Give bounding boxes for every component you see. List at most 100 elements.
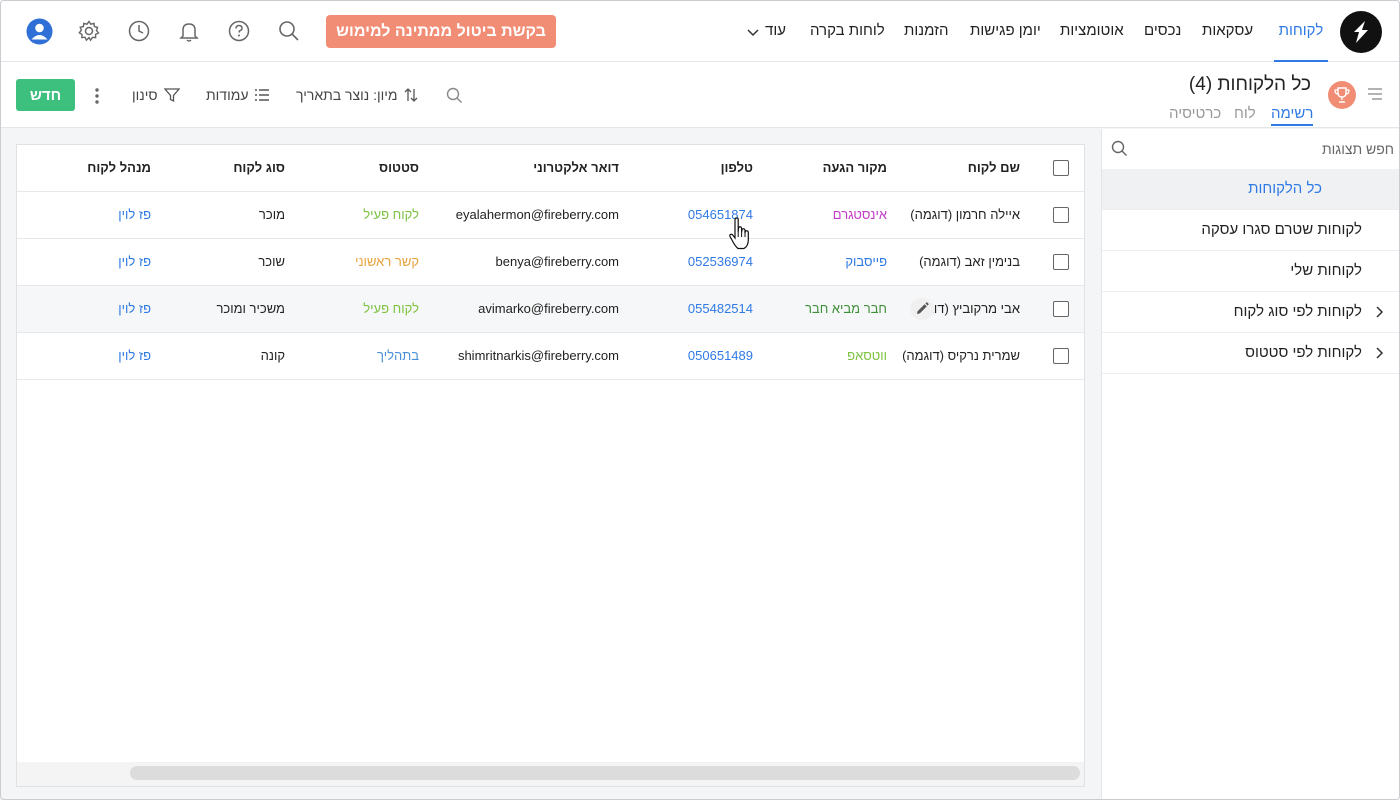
table-search-icon[interactable] [446,87,463,107]
nav-item-orders[interactable]: הזמנות [904,1,948,61]
bell-icon[interactable] [176,18,202,44]
history-clock-icon[interactable] [126,18,152,44]
cell-customer-type: משכיר ומוכר [216,301,285,316]
search-icon[interactable] [276,18,302,44]
cell-customer-name[interactable]: איילה חרמון (דוגמה) [900,192,1020,238]
views-search-icon[interactable] [1111,140,1128,157]
nav-item-customers[interactable]: לקוחות [1274,1,1328,62]
cell-source: ווטסאפ [847,348,887,363]
table-header-row: שם לקוח מקור הגעה טלפון דואר אלקטרוני סט… [17,145,1084,192]
app-window: לקוחות עסקאות נכסים אוטומציות יומן פגישו… [0,0,1400,800]
edit-pencil-icon[interactable] [910,298,934,320]
cell-source: אינסטגרם [832,207,887,222]
sidebar-item-by-status[interactable]: לקוחות לפי סטטוס [1102,333,1399,374]
help-icon[interactable] [226,18,252,44]
cell-account-manager[interactable]: פז לוין [51,333,151,379]
cell-phone[interactable]: 050651489 [673,333,753,379]
column-header-name[interactable]: שם לקוח [900,145,1020,191]
chevron-right-icon[interactable] [1374,306,1384,318]
cell-email: shimritnarkis@fireberry.com [457,348,619,363]
sidebar-item-label: לקוחות לפי סוג לקוח [1233,303,1362,320]
sidebar-item-label: לקוחות לפי סטטוס [1245,344,1362,361]
views-sidebar: כל הלקוחות לקוחות שטרם סגרו עסקה לקוחות … [1101,129,1399,799]
sort-arrows-icon [404,88,418,102]
sort-button[interactable]: מיון: נוצר בתאריך [296,85,418,105]
row-checkbox[interactable] [1053,348,1069,364]
cell-phone[interactable]: 055482514 [673,286,753,332]
sidebar-item-not-closed-deal[interactable]: לקוחות שטרם סגרו עסקה [1102,210,1399,251]
sort-label: מיון: נוצר בתאריך [296,87,398,103]
customers-table: שם לקוח מקור הגעה טלפון דואר אלקטרוני סט… [16,144,1085,787]
cell-customer-type: קונה [260,348,285,363]
cell-account-manager[interactable]: פז לוין [51,286,151,332]
nav-item-meetings-calendar[interactable]: יומן פגישות [970,1,1041,61]
nav-more-label: עוד [765,22,786,39]
column-header-account-manager[interactable]: מנהל לקוח [51,145,151,191]
columns-list-icon [255,89,270,101]
cell-status: לקוח פעיל [363,301,419,316]
cell-source: חבר מביא חבר [804,301,887,316]
top-navbar: לקוחות עסקאות נכסים אוטומציות יומן פגישו… [1,1,1399,62]
cell-customer-name[interactable]: בנימין זאב (דוגמה) [900,239,1020,285]
table-row[interactable]: שמרית נרקיס (דוגמה) ווטסאפ 050651489 shimri… [17,333,1084,380]
record-count: (4) [1188,74,1213,95]
nav-item-automations[interactable]: אוטומציות [1060,1,1124,61]
chevron-right-icon[interactable] [1374,347,1384,359]
cell-status: לקוח פעיל [363,207,419,222]
more-options-icon[interactable] [94,87,100,108]
cell-email: benya@fireberry.com [495,254,620,269]
menu-lines-icon[interactable] [1367,87,1383,101]
cell-status: בתהליך [377,348,419,363]
gear-icon[interactable] [76,18,102,44]
cell-customer-type: שוכר [258,254,285,269]
tab-list-view[interactable]: רשימה [1271,105,1314,126]
fireberry-logo-icon[interactable] [1340,11,1382,53]
nav-item-deals[interactable]: עסקאות [1202,1,1253,61]
cell-status: קשר ראשוני [355,254,419,269]
trophy-icon [1328,81,1356,109]
views-search [1102,129,1399,169]
cell-account-manager[interactable]: פז לוין [51,192,151,238]
horizontal-scrollbar[interactable] [17,762,1084,786]
row-checkbox[interactable] [1053,207,1069,223]
row-checkbox[interactable] [1053,254,1069,270]
column-header-customer-type[interactable]: סוג לקוח [205,145,285,191]
scrollbar-thumb[interactable] [130,766,1080,780]
nav-item-properties[interactable]: נכסים [1144,1,1181,61]
table-row[interactable]: אבי מרקוביץ (דוג חבר מביא חבר 055482514 avi… [17,286,1084,333]
views-search-input[interactable] [1132,137,1394,161]
filter-label: סינון [132,87,158,103]
view-header: כל הלקוחות (4) רשימה לוח כרטיסיה מיון: נ… [1,62,1399,128]
tab-board-view[interactable]: לוח [1234,105,1256,122]
column-header-status[interactable]: סטטוס [339,145,419,191]
nav-item-more[interactable]: עוד [747,1,786,61]
new-record-button[interactable]: חדש [16,79,75,111]
nav-item-dashboards[interactable]: לוחות בקרה [810,1,885,61]
select-all-checkbox[interactable] [1053,160,1069,176]
cell-account-manager[interactable]: פז לוין [51,239,151,285]
cell-customer-type: מוכר [258,207,285,222]
columns-button[interactable]: עמודות [206,85,270,105]
chevron-down-icon [747,29,759,37]
user-avatar-icon[interactable] [25,17,53,45]
sidebar-item-by-customer-type[interactable]: לקוחות לפי סוג לקוח [1102,292,1399,333]
page-title-text: כל הלקוחות [1217,74,1311,95]
columns-label: עמודות [206,87,249,103]
cell-source: פייסבוק [845,254,887,269]
column-header-email[interactable]: דואר אלקטרוני [499,145,619,191]
table-row[interactable]: איילה חרמון (דוגמה) אינסטגרם 054651874 eyal… [17,192,1084,239]
cell-email: eyalahermon@fireberry.com [455,207,619,222]
sidebar-item-all-customers[interactable]: כל הלקוחות [1102,169,1399,210]
filter-button[interactable]: סינון [132,85,180,105]
column-header-source[interactable]: מקור הגעה [787,145,887,191]
table-row[interactable]: בנימין זאב (דוגמה) פייסבוק 052536974 benya@… [17,239,1084,286]
pending-cancellation-request-button[interactable]: בקשת ביטול ממתינה למימוש [326,15,556,48]
row-checkbox[interactable] [1053,301,1069,317]
hand-pointer-cursor-icon [729,217,749,250]
cell-email: avimarko@fireberry.com [478,301,619,316]
column-header-phone[interactable]: טלפון [673,145,753,191]
cell-customer-name[interactable]: שמרית נרקיס (דוגמה) [900,333,1020,379]
tab-card-view[interactable]: כרטיסיה [1169,105,1221,122]
filter-funnel-icon [163,88,180,103]
sidebar-item-my-customers[interactable]: לקוחות שלי [1102,251,1399,292]
